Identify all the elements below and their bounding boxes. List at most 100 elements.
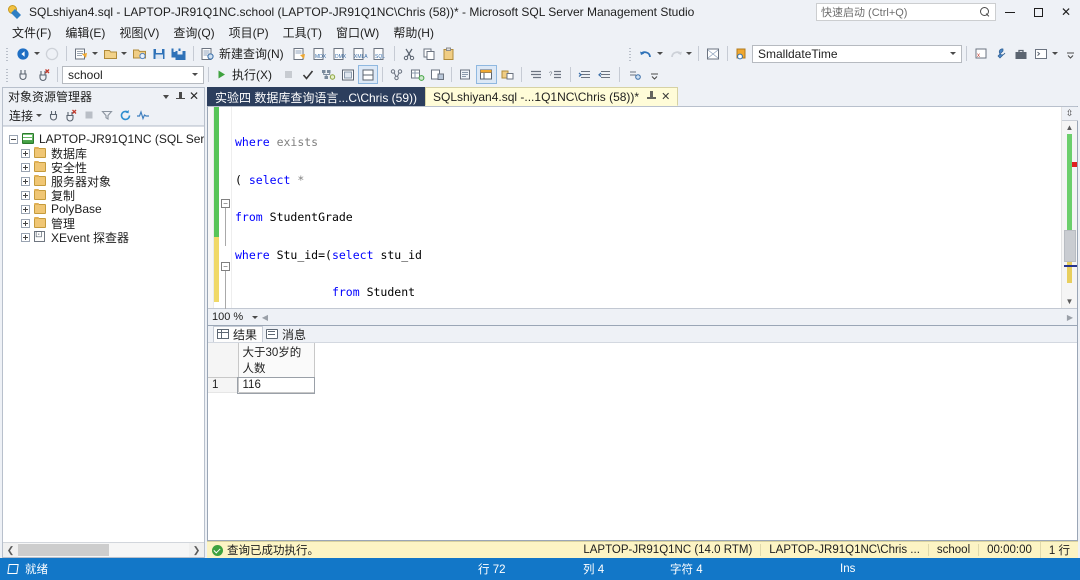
- new-analysis-dmx-query-button[interactable]: DMX: [330, 44, 350, 63]
- vscroll-thumb[interactable]: [1063, 230, 1076, 262]
- panel-menu-button[interactable]: [159, 90, 173, 104]
- scroll-right-icon[interactable]: ❯: [189, 543, 204, 557]
- navigate-back-button[interactable]: [13, 44, 33, 63]
- hscroll-track[interactable]: [18, 543, 189, 557]
- object-explorer-hscrollbar[interactable]: ❮ ❯: [3, 542, 204, 557]
- menu-query[interactable]: 查询(Q): [166, 24, 221, 43]
- new-sql-query-button[interactable]: SQL: [370, 44, 390, 63]
- copy-button[interactable]: [419, 44, 439, 63]
- hscroll-right-icon[interactable]: ▶: [1063, 313, 1077, 322]
- results-to-text-button[interactable]: [476, 65, 497, 84]
- menu-edit[interactable]: 编辑(E): [58, 24, 112, 43]
- split-editor-button[interactable]: ⇳: [1061, 107, 1078, 121]
- uncomment-selection-button[interactable]: [595, 65, 615, 84]
- fold-toggle-2[interactable]: −: [221, 262, 230, 271]
- close-panel-button[interactable]: ✕: [187, 90, 201, 104]
- toolbar-grip-2[interactable]: [627, 45, 634, 62]
- tree-node-polybase[interactable]: PolyBase: [3, 202, 204, 216]
- disconnect-object-explorer-button[interactable]: [62, 106, 80, 124]
- query-options-button[interactable]: [338, 65, 358, 84]
- save-all-button[interactable]: [169, 44, 189, 63]
- menu-view[interactable]: 视图(V): [112, 24, 166, 43]
- connect-object-explorer-button[interactable]: [44, 106, 62, 124]
- toolbar-grip[interactable]: [4, 45, 11, 62]
- open-file-dropdown-icon[interactable]: [121, 52, 127, 55]
- column-header-count[interactable]: 大于30岁的人数: [238, 343, 315, 378]
- pin-panel-button[interactable]: [173, 90, 187, 104]
- tab-messages[interactable]: 消息: [263, 326, 311, 342]
- vscroll-track[interactable]: [1062, 134, 1078, 295]
- expand-icon-databases[interactable]: [21, 148, 30, 158]
- tree-node-xevent-profiler[interactable]: XEvent 探查器: [3, 230, 204, 245]
- quick-launch-input[interactable]: 快速启动 (Ctrl+Q): [816, 3, 996, 21]
- menu-project[interactable]: 项目(P): [222, 24, 276, 43]
- editor-hscroll-track[interactable]: [272, 310, 1063, 324]
- menu-window[interactable]: 窗口(W): [329, 24, 386, 43]
- properties-window-button[interactable]: [991, 44, 1011, 63]
- menu-help[interactable]: 帮助(H): [386, 24, 441, 43]
- uncomment-lines-button[interactable]: [497, 65, 517, 84]
- redo-button[interactable]: [665, 44, 685, 63]
- toolbox-button[interactable]: [1011, 44, 1031, 63]
- code-text[interactable]: where exists ( select * from StudentGrad…: [232, 107, 1061, 308]
- new-query-button[interactable]: 新建查询(N): [198, 44, 290, 63]
- hscroll-left-icon[interactable]: ◀: [258, 313, 272, 322]
- expand-icon-security[interactable]: [21, 162, 30, 172]
- chevron-down-icon-2[interactable]: [188, 73, 201, 76]
- maximize-button[interactable]: [1024, 0, 1052, 24]
- undo-dropdown-icon[interactable]: [657, 52, 663, 55]
- cell-count-value[interactable]: 116: [237, 376, 315, 394]
- parse-button[interactable]: [298, 65, 318, 84]
- filter-icon-button[interactable]: [98, 106, 116, 124]
- connect-dropdown-button[interactable]: 连接: [7, 106, 35, 125]
- menu-tools[interactable]: 工具(T): [276, 24, 329, 43]
- toolbar-overflow-button-2[interactable]: [644, 65, 664, 84]
- stop-refresh-button[interactable]: [80, 106, 98, 124]
- fold-toggle-1[interactable]: −: [221, 199, 230, 208]
- display-estimated-plan-button[interactable]: [318, 65, 338, 84]
- open-file-button[interactable]: [100, 44, 120, 63]
- menu-file[interactable]: 文件(F): [5, 24, 58, 43]
- pin-icon[interactable]: [647, 91, 657, 102]
- tab-sqlshiyan4[interactable]: SQLshiyan4.sql -...1Q1NC\Chris (58))* ✕: [425, 87, 679, 106]
- include-actual-plan-button[interactable]: [358, 65, 378, 84]
- comment-lines-button[interactable]: [456, 65, 476, 84]
- minimize-button[interactable]: [996, 0, 1024, 24]
- new-project-button[interactable]: [71, 44, 91, 63]
- navigate-back-dropdown-icon[interactable]: [34, 52, 40, 55]
- tree-node-replication[interactable]: 复制: [3, 188, 204, 203]
- collapse-icon[interactable]: [9, 134, 18, 144]
- hscroll-thumb[interactable]: [18, 544, 109, 556]
- redo-dropdown-icon[interactable]: [686, 52, 692, 55]
- grid-select-all-corner[interactable]: [208, 343, 239, 378]
- scroll-left-icon[interactable]: ❮: [3, 543, 18, 557]
- expand-icon-polybase[interactable]: [21, 204, 30, 214]
- paste-button[interactable]: [439, 44, 459, 63]
- database-combo[interactable]: school: [62, 65, 204, 84]
- results-to-file-button[interactable]: [427, 65, 447, 84]
- find-icon-button[interactable]: [732, 44, 752, 63]
- tree-node-databases[interactable]: 数据库: [3, 146, 204, 161]
- open-folder-button[interactable]: [129, 44, 149, 63]
- scroll-up-icon[interactable]: ▲: [1062, 121, 1078, 134]
- object-explorer-details-button[interactable]: x: [971, 44, 991, 63]
- toolbar-grip-3[interactable]: [4, 66, 11, 83]
- scroll-down-icon[interactable]: ▼: [1062, 295, 1078, 308]
- connect-dropdown-icon[interactable]: [36, 113, 43, 117]
- new-analysis-mdx-query-button[interactable]: MDX: [310, 44, 330, 63]
- datatype-combo[interactable]: SmalldateTime: [752, 44, 962, 63]
- new-analysis-xmla-query-button[interactable]: XMLA: [350, 44, 370, 63]
- tab-experiment-four[interactable]: 实验四 数据库查询语言...C\Chris (59)): [207, 87, 426, 106]
- undo-button[interactable]: [636, 44, 656, 63]
- table-row[interactable]: 1 116: [208, 376, 315, 394]
- close-button[interactable]: ✕: [1052, 0, 1080, 24]
- row-number[interactable]: 1: [208, 377, 239, 393]
- increase-indent-button[interactable]: [526, 65, 546, 84]
- zoom-combo[interactable]: 100 %: [212, 310, 258, 325]
- expand-icon-server-objects[interactable]: [21, 176, 30, 186]
- connect-button[interactable]: [13, 65, 33, 84]
- expand-icon-replication[interactable]: [21, 190, 30, 200]
- results-grid[interactable]: 大于30岁的人数 1 116: [208, 343, 1077, 540]
- specify-values-button[interactable]: [624, 65, 644, 84]
- decrease-indent-button[interactable]: ?: [546, 65, 566, 84]
